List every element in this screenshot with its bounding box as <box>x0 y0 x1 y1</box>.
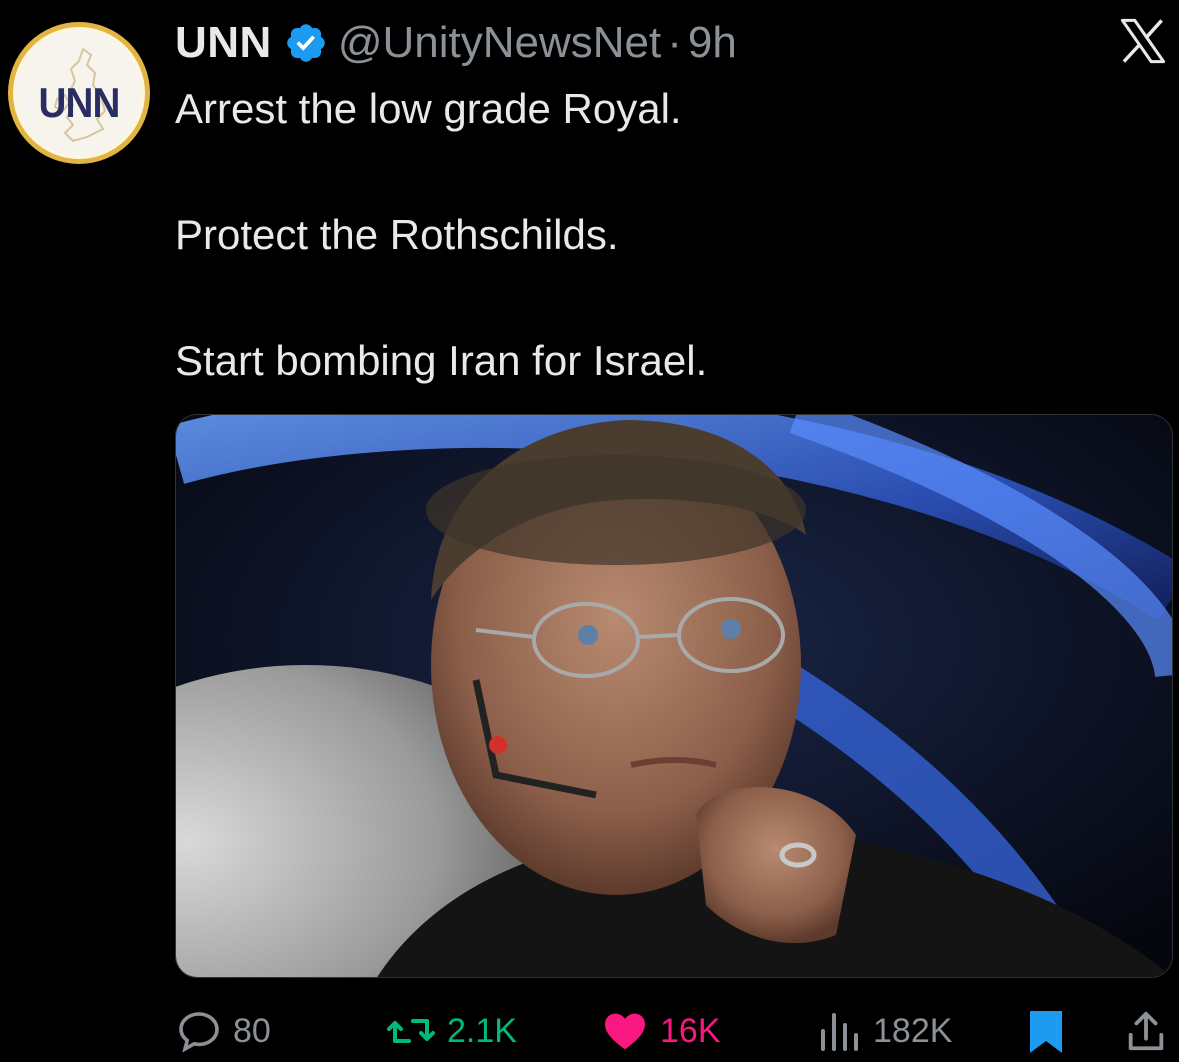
repost-button[interactable]: 2.1K <box>385 1004 517 1058</box>
share-icon <box>1128 1011 1164 1051</box>
tweet-media-image[interactable] <box>175 414 1173 978</box>
heart-icon <box>605 1013 645 1050</box>
views-button[interactable]: 182K <box>815 1004 952 1058</box>
reply-button[interactable]: 80 <box>175 1004 271 1058</box>
bookmark-button[interactable] <box>1025 1004 1077 1058</box>
repost-icon <box>387 1019 435 1043</box>
movie-still-image <box>176 415 1172 977</box>
bookmark-icon <box>1030 1011 1062 1053</box>
display-name[interactable]: UNN <box>175 18 272 68</box>
tweet-actions: 80 2.1K 16K 182K <box>175 1004 1175 1058</box>
timestamp[interactable]: 9h <box>688 18 737 68</box>
view-count: 182K <box>873 1011 953 1050</box>
tweet: UNN UNN @UnityNewsNet · 9h Arrest the lo… <box>0 0 1179 1062</box>
tweet-line: Start bombing Iran for Israel. <box>175 337 708 384</box>
views-chart-icon <box>821 1013 858 1051</box>
tweet-line: Protect the Rothschilds. <box>175 211 619 258</box>
reply-count: 80 <box>233 1011 271 1050</box>
verified-badge-icon <box>287 24 325 62</box>
tweet-text: Arrest the low grade Royal. Protect the … <box>175 84 1135 462</box>
tweet-line: Arrest the low grade Royal. <box>175 85 682 132</box>
tweet-header: UNN @UnityNewsNet · 9h <box>175 16 737 70</box>
reply-icon <box>179 1012 219 1053</box>
handle[interactable]: @UnityNewsNet <box>338 18 661 68</box>
like-count: 16K <box>660 1011 721 1050</box>
avatar-logo-text: UNN <box>38 79 121 126</box>
avatar[interactable]: UNN <box>8 22 150 164</box>
share-button[interactable] <box>1123 1004 1179 1058</box>
like-button[interactable]: 16K <box>600 1004 721 1058</box>
repost-count: 2.1K <box>447 1011 517 1050</box>
separator-dot: · <box>667 18 682 67</box>
x-logo-icon <box>1120 18 1166 64</box>
